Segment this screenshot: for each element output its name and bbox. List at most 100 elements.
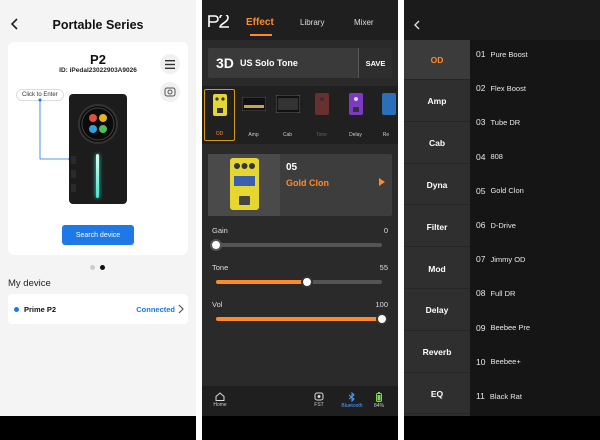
app-screens: Portable Series P2 ID: iPedal23022903A90…: [0, 0, 600, 440]
preset-name: US Solo Tone: [240, 58, 298, 68]
system-nav-bar: [0, 416, 196, 440]
category-tab-cab[interactable]: Cab: [404, 124, 470, 164]
effect-list-item[interactable]: 07 Jimmy OD: [476, 249, 525, 269]
effect-list-item[interactable]: 03 Tube DR: [476, 112, 520, 132]
chain-slot-delay[interactable]: Delay: [340, 89, 371, 141]
param-slider-handle[interactable]: [376, 313, 388, 325]
chain-slot-tone[interactable]: Tone: [306, 89, 337, 141]
effect-name: Gold Clon: [286, 178, 329, 188]
bluetooth-button[interactable]: Bluetooth: [336, 392, 368, 409]
battery-label: 84%: [373, 403, 384, 409]
param-slider-track[interactable]: [216, 313, 388, 325]
device-row-name: Prime P2: [24, 305, 57, 314]
gold-pedal-image: [230, 158, 259, 210]
effect-list-item[interactable]: 11 Black Rat: [476, 386, 522, 406]
p2-logo: [208, 15, 229, 28]
effect-chain: OD Amp Cab Tone Delay Re: [202, 86, 398, 144]
effect-item-number: 07: [476, 254, 486, 265]
pedal-device-image[interactable]: [69, 94, 127, 204]
effect-list-item[interactable]: 05 Gold Clon: [476, 181, 524, 201]
chain-slot-reverb[interactable]: Re: [374, 89, 398, 141]
effect-item-name: Pure Boost: [490, 49, 528, 59]
portable-series-screen: Portable Series P2 ID: iPedal23022903A90…: [0, 0, 196, 440]
page-indicator: [88, 265, 108, 271]
preset-bar[interactable]: 3D US Solo Tone SAVE: [208, 48, 392, 78]
tab-effect[interactable]: Effect: [246, 17, 274, 28]
category-tab-mod[interactable]: Mod: [404, 249, 470, 289]
category-tab-amp[interactable]: Amp: [404, 82, 470, 122]
system-nav-bar: [404, 416, 600, 440]
param-slider-handle[interactable]: [301, 276, 314, 288]
chain-slot-amp[interactable]: Amp: [238, 89, 269, 141]
param-slider-handle[interactable]: [210, 239, 222, 251]
pedal-preview: [208, 154, 280, 216]
param-value: 0: [383, 226, 388, 235]
device-screen-icons: [81, 107, 115, 141]
effect-list-item[interactable]: 02 Flex Boost: [476, 78, 526, 98]
page-title: Portable Series: [52, 18, 144, 32]
effect-screen: Effect Library Mixer 3D US Solo Tone SAV…: [202, 0, 398, 440]
chain-label: OD: [215, 131, 224, 137]
category-tab-od[interactable]: OD: [404, 40, 470, 80]
chain-slot-od[interactable]: OD: [204, 89, 235, 141]
reverb-pedal-icon: [382, 93, 396, 115]
selected-effect-panel[interactable]: 05 Gold Clon: [208, 154, 392, 216]
tab-library[interactable]: Library: [300, 18, 324, 27]
effect-list-item[interactable]: 09 Beebee Pre: [476, 318, 530, 338]
header: Portable Series: [0, 10, 196, 40]
effect-list-item[interactable]: 04 808: [476, 147, 503, 167]
chain-slot-cab[interactable]: Cab: [272, 89, 303, 141]
back-arrow-icon[interactable]: [412, 19, 422, 31]
effect-item-number: 06: [476, 220, 486, 230]
delay-pedal-icon: [349, 93, 363, 115]
effect-item-number: 08: [476, 288, 486, 299]
param-slider-track[interactable]: [216, 276, 382, 288]
home-icon: [215, 392, 225, 401]
fst-label: FST: [314, 402, 324, 408]
category-tab-dyna[interactable]: Dyna: [404, 165, 470, 206]
param-label: Tone: [212, 263, 229, 272]
save-button[interactable]: SAVE: [358, 48, 392, 78]
effect-item-number: 05: [476, 185, 486, 196]
search-device-button[interactable]: Search device: [62, 225, 134, 245]
effect-item-name: Flex Boost: [490, 83, 526, 93]
effect-item-name: Beebee+: [490, 357, 521, 367]
effect-list-item[interactable]: 08 Full DR: [476, 283, 515, 303]
effect-item-name: 808: [490, 152, 503, 162]
light-strip: [96, 154, 99, 198]
footswitch-icon: [314, 392, 324, 401]
effect-item-number: 01: [476, 49, 486, 59]
param-slider-track[interactable]: [210, 239, 382, 251]
effect-list-item[interactable]: 10 Beebee+: [476, 352, 521, 372]
category-tab-eq[interactable]: EQ: [404, 374, 470, 415]
bluetooth-icon: [348, 392, 355, 402]
device-card: P2 ID: iPedal23022903A9026 Click to Ente…: [8, 42, 188, 255]
play-arrow-icon[interactable]: [379, 178, 385, 186]
home-label: Home: [213, 402, 227, 408]
category-tab-filter[interactable]: Filter: [404, 207, 470, 248]
effect-item-number: 04: [476, 151, 486, 162]
amp-head-icon: [242, 97, 266, 111]
od-pedal-icon: [213, 94, 227, 116]
my-device-label: My device: [8, 278, 51, 289]
effect-list-item[interactable]: 01 Pure Boost: [476, 44, 528, 64]
side-buttons: [71, 156, 76, 192]
page-dot-2[interactable]: [100, 265, 105, 270]
chain-label: Re: [382, 132, 390, 138]
chain-label: Delay: [349, 132, 362, 138]
category-sidebar: OD Amp Cab Dyna Filter Mod Delay Reverb EQ: [404, 40, 470, 416]
effect-item-name: Beebee Pre: [490, 323, 531, 333]
top-tab-bar: Effect Library Mixer: [202, 0, 398, 40]
param-slider-fill: [216, 280, 308, 284]
effect-item-number: 10: [476, 356, 486, 367]
effect-item-number: 03: [476, 117, 486, 128]
category-tab-delay[interactable]: Delay: [404, 291, 470, 331]
home-button[interactable]: Home: [208, 392, 232, 408]
preset-number: 3D: [216, 55, 234, 71]
fst-button[interactable]: FST: [308, 392, 330, 408]
category-tab-reverb[interactable]: Reverb: [404, 333, 470, 373]
tab-mixer[interactable]: Mixer: [354, 18, 374, 27]
effect-list-item[interactable]: 06 D-Drive: [476, 215, 516, 235]
page-dot-1[interactable]: [90, 265, 95, 270]
device-row[interactable]: Prime P2 Connected: [8, 294, 188, 324]
